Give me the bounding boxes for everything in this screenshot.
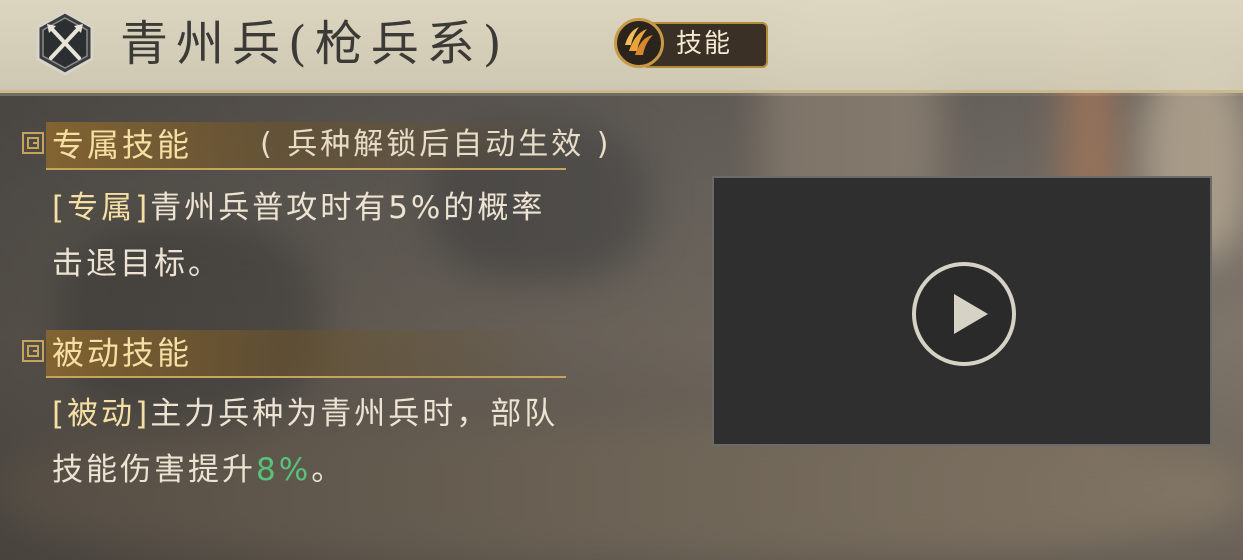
play-button[interactable] bbox=[912, 262, 1016, 366]
exclusive-skill-description: [专属]青州兵普攻时有5%的概率 击退目标。 bbox=[52, 180, 692, 292]
passive-skill-title: 被动技能 bbox=[52, 334, 193, 372]
passive-text-end: 。 bbox=[311, 452, 346, 488]
claw-skill-icon bbox=[614, 18, 664, 68]
skill-info-screen: 青州兵(枪兵系) 技能 专属技能 (兵种解锁后自动生效) [专属]青州兵普攻… bbox=[0, 0, 1243, 560]
skill-video-preview[interactable] bbox=[712, 176, 1212, 446]
meander-ornament-icon bbox=[22, 340, 44, 362]
passive-tag: [被动] bbox=[52, 396, 151, 432]
passive-text-1: 主力兵种为青州兵时，部队 bbox=[150, 396, 559, 432]
skill-tab-button[interactable]: 技能 bbox=[614, 18, 768, 70]
passive-skill-line2: 技能伤害提升8%。 bbox=[52, 442, 692, 498]
exclusive-skill-line2: 击退目标。 bbox=[52, 246, 222, 282]
skill-tag-label: 技能 bbox=[676, 29, 733, 59]
page-title: 青州兵(枪兵系) bbox=[120, 16, 510, 72]
passive-skill-header: 被动技能 bbox=[22, 330, 712, 378]
exclusive-text-1: 青州兵普攻时有5%的概率 bbox=[150, 190, 546, 226]
meander-ornament-icon bbox=[22, 132, 44, 154]
passive-skill-description: [被动]主力兵种为青州兵时，部队 技能伤害提升8%。 bbox=[52, 386, 692, 498]
exclusive-skill-title: 专属技能 bbox=[52, 126, 193, 164]
passive-skill-line1: [被动]主力兵种为青州兵时，部队 bbox=[52, 386, 692, 442]
play-icon bbox=[954, 294, 988, 334]
exclusive-tag: [专属] bbox=[52, 190, 151, 226]
exclusive-skill-header: 专属技能 ( 兵种解锁后自动生效 ) bbox=[22, 122, 712, 170]
passive-text-2: 技能伤害提升 bbox=[52, 452, 256, 488]
header-bar: 青州兵(枪兵系) 技能 bbox=[0, 0, 1243, 93]
exclusive-skill-line1: [专属]青州兵普攻时有5%的概率 bbox=[52, 180, 692, 236]
passive-value: 8% bbox=[256, 452, 312, 488]
crossed-spears-icon bbox=[32, 10, 98, 76]
exclusive-skill-note: ( 兵种解锁后自动生效 ) bbox=[260, 127, 612, 162]
